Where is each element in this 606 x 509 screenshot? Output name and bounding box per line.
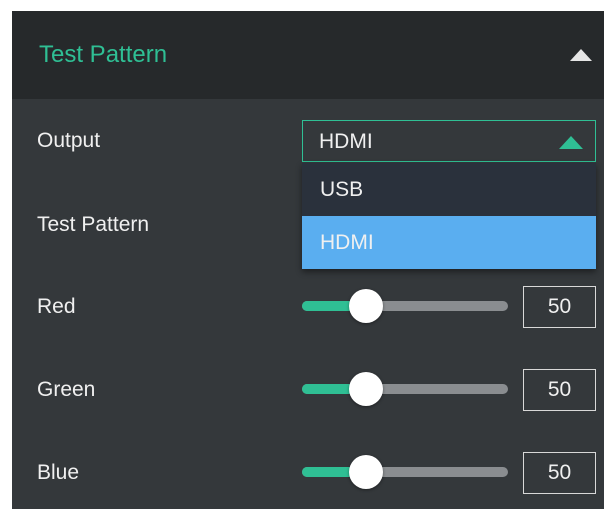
test-pattern-panel: Test Pattern Output HDMI Test Pattern Re…: [12, 11, 604, 509]
blue-slider[interactable]: [302, 454, 508, 490]
option-label: HDMI: [320, 231, 374, 254]
red-slider[interactable]: [302, 288, 508, 324]
test-pattern-label: Test Pattern: [37, 213, 150, 236]
output-label: Output: [37, 129, 101, 152]
panel-title: Test Pattern: [39, 41, 168, 68]
red-value-input[interactable]: 50: [523, 286, 596, 328]
option-label: USB: [320, 178, 364, 201]
slider-thumb[interactable]: [349, 289, 383, 323]
option-usb[interactable]: USB: [302, 163, 596, 216]
slider-fill: [302, 467, 354, 477]
slider-fill: [302, 301, 354, 311]
collapse-triangle-icon[interactable]: [570, 49, 592, 61]
blue-value-input[interactable]: 50: [523, 452, 596, 494]
output-select-value: HDMI: [319, 130, 373, 153]
green-slider[interactable]: [302, 371, 508, 407]
output-dropdown-list: USB HDMI: [302, 163, 596, 269]
slider-fill: [302, 384, 354, 394]
green-value-input[interactable]: 50: [523, 369, 596, 411]
slider-thumb[interactable]: [349, 455, 383, 489]
slider-thumb[interactable]: [349, 372, 383, 406]
output-select[interactable]: HDMI: [302, 120, 596, 162]
red-label: Red: [37, 295, 76, 318]
blue-label: Blue: [37, 461, 80, 484]
green-label: Green: [37, 378, 96, 401]
panel-header[interactable]: Test Pattern: [12, 11, 604, 99]
option-hdmi[interactable]: HDMI: [302, 216, 596, 269]
triangle-up-icon: [559, 136, 583, 149]
